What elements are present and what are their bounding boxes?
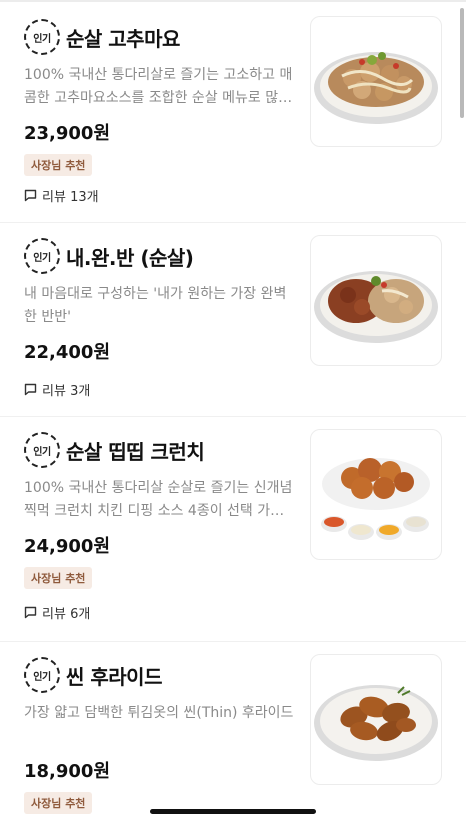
owner-recommend-tag: 사장님 추천 [24, 792, 92, 814]
menu-description: 내 마음대로 구성하는 '내가 원하는 가장 완벽한 반반' [24, 283, 296, 329]
menu-description: 100% 국내산 통다리살로 즐기는 고소하고 매콤한 고추마요소스를 조합한 … [24, 64, 296, 110]
menu-title-row: 인기 순살 띱띱 크런치 [24, 431, 204, 469]
menu-item[interactable]: 인기 순살 고추마요 100% 국내산 통다리살로 즐기는 고소하고 매콤한 고… [0, 4, 466, 223]
menu-description: 100% 국내산 통다리살 순살로 즐기는 신개념 찍먹 크런치 치킨 디핑 소… [24, 477, 296, 523]
menu-price: 22,400원 [24, 338, 110, 364]
owner-recommend-tag: 사장님 추천 [24, 567, 92, 589]
menu-title-row: 인기 순살 고추마요 [24, 18, 180, 56]
menu-item[interactable]: 인기 씬 후라이드 가장 얇고 담백한 튀김옷의 씬(Thin) 후라이드 18… [0, 642, 466, 832]
speech-bubble-icon [24, 606, 37, 619]
popular-badge: 인기 [24, 19, 60, 55]
menu-image-frame[interactable] [310, 429, 442, 560]
menu-name: 씬 후라이드 [66, 661, 162, 690]
popular-badge: 인기 [24, 238, 60, 274]
menu-photo [312, 32, 440, 132]
menu-item[interactable]: 인기 순살 띱띱 크런치 100% 국내산 통다리살 순살로 즐기는 신개념 찍… [0, 417, 466, 642]
popular-badge: 인기 [24, 432, 60, 468]
menu-image-frame[interactable] [310, 235, 442, 366]
review-number: 3개 [70, 380, 90, 399]
review-count[interactable]: 리뷰 6개 [24, 603, 90, 622]
menu-title-row: 인기 씬 후라이드 [24, 656, 162, 694]
menu-price: 24,900원 [24, 532, 110, 558]
review-label: 리뷰 [42, 603, 66, 622]
review-number: 13개 [70, 186, 99, 205]
menu-name: 내.완.반 (순살) [66, 242, 193, 271]
menu-description: 가장 얇고 담백한 튀김옷의 씬(Thin) 후라이드 [24, 702, 296, 725]
review-label: 리뷰 [42, 186, 66, 205]
menu-name: 순살 고추마요 [66, 23, 180, 52]
menu-title-row: 인기 내.완.반 (순살) [24, 237, 193, 275]
menu-price: 23,900원 [24, 119, 110, 145]
menu-photo [312, 665, 440, 775]
speech-bubble-icon [24, 189, 37, 202]
speech-bubble-icon [24, 383, 37, 396]
top-divider [0, 0, 466, 2]
menu-price: 18,900원 [24, 757, 110, 783]
menu-image-frame[interactable] [310, 16, 442, 147]
menu-photo [312, 251, 440, 351]
menu-list: 인기 순살 고추마요 100% 국내산 통다리살로 즐기는 고소하고 매콤한 고… [0, 4, 466, 832]
menu-item[interactable]: 인기 내.완.반 (순살) 내 마음대로 구성하는 '내가 원하는 가장 완벽한… [0, 223, 466, 417]
review-number: 6개 [70, 603, 90, 622]
owner-recommend-tag: 사장님 추천 [24, 154, 92, 176]
popular-badge: 인기 [24, 657, 60, 693]
menu-photo [312, 440, 440, 550]
scrollbar[interactable] [460, 8, 464, 118]
review-count[interactable]: 리뷰 3개 [24, 380, 90, 399]
home-indicator[interactable] [150, 809, 316, 814]
review-label: 리뷰 [42, 380, 66, 399]
menu-name: 순살 띱띱 크런치 [66, 436, 204, 465]
menu-image-frame[interactable] [310, 654, 442, 785]
review-count[interactable]: 리뷰 13개 [24, 186, 99, 205]
